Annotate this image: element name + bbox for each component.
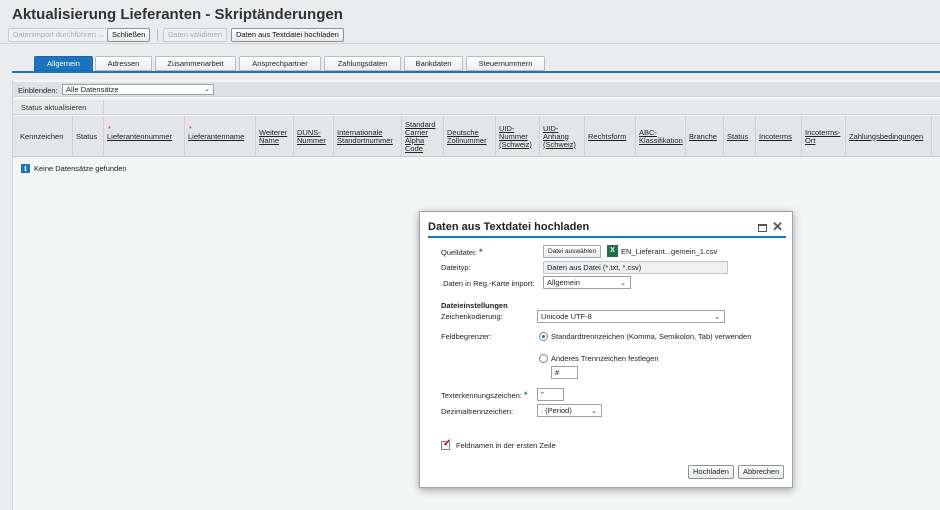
standard-delimiter-radio[interactable] — [539, 332, 548, 341]
validate-data-button[interactable]: Daten validieren — [163, 28, 228, 42]
required-marker: * — [523, 390, 528, 400]
cancel-button[interactable]: Abbrechen — [738, 465, 785, 479]
column-header[interactable]: Status — [724, 116, 756, 157]
header-row-checkbox[interactable]: ✓ — [441, 438, 452, 450]
import-tab-label: .Daten in Reg.-Karte import: — [441, 279, 535, 288]
chevron-down-icon: ⌄ — [591, 408, 597, 415]
text-qualifier-input[interactable]: " — [537, 388, 564, 401]
column-header[interactable]: DUNS-Nummer — [294, 116, 334, 157]
source-file-label: Quelldatei: * — [441, 247, 483, 257]
chevron-down-icon: ⌄ — [98, 30, 105, 39]
filter-select[interactable]: Alle Datensätze ⌄ — [62, 84, 214, 95]
column-header[interactable]: ABC-Klassifikation — [636, 116, 686, 157]
decimal-select[interactable]: . (Period) ⌄ — [537, 404, 602, 417]
info-icon: i — [21, 164, 30, 173]
file-name: EN_Lieferant...gemein_1.csv — [621, 247, 718, 256]
other-delimiter-input[interactable]: # — [551, 366, 578, 379]
column-header[interactable]: UID-Nummer (Schweiz) — [496, 116, 540, 157]
decimal-label: Dezimaltrennzeichen: — [441, 407, 514, 416]
file-type-field: Daten aus Datei (*.txt, *.csv) — [543, 261, 728, 274]
filter-bar: Einblenden: Alle Datensätze ⌄ — [13, 82, 940, 97]
encoding-select[interactable]: Unicode UTF-8 ⌄ — [537, 310, 725, 323]
column-header[interactable]: Zahlungsbedingungen — [846, 116, 932, 157]
tab-underline — [12, 71, 940, 73]
tab-allgemein[interactable]: Allgemein — [34, 56, 93, 71]
chevron-down-icon: ⌄ — [714, 314, 720, 321]
table-header: Kennzeichen Status * Lieferantennummer * L… — [13, 116, 940, 157]
empty-message: i Keine Datensätze gefunden — [21, 164, 127, 173]
column-header[interactable]: * Lieferantenname — [185, 116, 256, 157]
column-header[interactable]: Rechtsform — [585, 116, 636, 157]
upload-button[interactable]: Hochladen — [688, 465, 734, 479]
required-marker: * — [478, 247, 483, 257]
filter-label: Einblenden: — [18, 86, 58, 95]
tab-adressen[interactable]: Adressen — [95, 56, 152, 71]
column-header[interactable]: Standard Carrier Alpha Code — [402, 116, 444, 157]
checkmark-icon: ✓ — [443, 438, 452, 449]
encoding-label: Zeichenkodierung: — [441, 312, 503, 321]
chevron-down-icon: ⌄ — [620, 280, 626, 287]
column-group-header: Status aktualisieren — [13, 100, 104, 115]
header-row-label: Feldnamen in der ersten Zeile — [456, 441, 556, 450]
close-button[interactable]: Schließen — [107, 28, 151, 42]
section-heading: Dateieinstellungen — [441, 301, 508, 310]
page-title: Aktualisierung Lieferanten - Skriptänder… — [12, 6, 343, 23]
column-header[interactable]: UID-Anhang (Schweiz) — [540, 116, 585, 157]
required-marker: * — [189, 126, 192, 133]
dialog-title: Daten aus Textdatei hochladen — [428, 221, 590, 233]
column-header[interactable]: Kennzeichen — [13, 116, 73, 157]
column-header[interactable]: Status — [73, 116, 104, 157]
column-header[interactable]: Weiterer Name — [256, 116, 294, 157]
import-data-button[interactable]: Datenimport durchführen ⌄ — [8, 28, 110, 42]
upload-from-textfile-button[interactable]: Daten aus Textdatei hochladen — [231, 28, 344, 42]
column-header[interactable]: Internationale Standortnummer — [334, 116, 402, 157]
column-header[interactable]: * Lieferantennummer — [104, 116, 185, 157]
toolbar: Datenimport durchführen ⌄ Schließen Date… — [0, 26, 940, 44]
column-header[interactable]: Branche — [686, 116, 724, 157]
close-icon[interactable]: ✕ — [772, 219, 783, 235]
tab-bankdaten[interactable]: Bankdaten — [404, 56, 463, 71]
required-marker: * — [108, 126, 111, 133]
tab-zahlungsdaten[interactable]: Zahlungsdaten — [324, 56, 401, 71]
maximize-icon[interactable] — [758, 224, 767, 232]
text-qualifier-label: Texterkennungszeichen: * — [441, 390, 528, 400]
delimiter-label: Feldbegrenzer: — [441, 332, 492, 341]
column-header[interactable]: Incoterms — [756, 116, 802, 157]
chevron-down-icon: ⌄ — [204, 86, 210, 93]
standard-delimiter-label: Standardtrennzeichen (Komma, Semikolon, … — [551, 332, 752, 341]
dialog-title-underline — [428, 236, 786, 238]
column-header[interactable]: Deutsche Zollnummer — [444, 116, 496, 157]
choose-file-button[interactable]: Datei auswählen — [543, 245, 602, 258]
tab-ansprechpartner[interactable]: Ansprechpartner — [239, 56, 321, 71]
file-type-label: Dateityp: — [441, 263, 471, 272]
other-delimiter-radio[interactable] — [539, 354, 548, 363]
other-delimiter-label: Anderes Trennzeichen festlegen — [551, 354, 659, 363]
upload-dialog: Daten aus Textdatei hochladen ✕ Quelldat… — [419, 211, 793, 488]
column-group-row: Status aktualisieren — [13, 100, 940, 115]
tab-steuernummern[interactable]: Steuernummern — [466, 56, 545, 71]
import-tab-select[interactable]: Allgemein ⌄ — [543, 276, 631, 289]
column-header[interactable]: Incoterms-Ort — [802, 116, 846, 157]
excel-file-icon: X — [607, 245, 618, 257]
tab-zusammenarbeit[interactable]: Zusammenarbeit — [155, 56, 236, 71]
toolbar-separator — [157, 29, 158, 41]
